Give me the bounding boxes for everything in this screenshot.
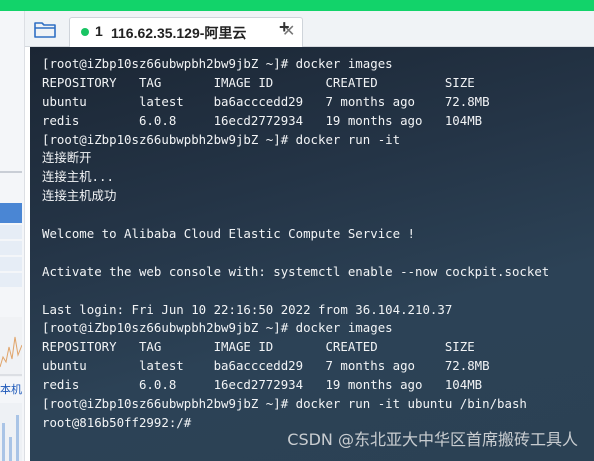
tab-index: 1	[95, 23, 103, 39]
terminal-line: ubuntu latest ba6acccedd29 7 months ago …	[42, 93, 490, 109]
tab-title: 116.62.35.129-阿里云	[111, 25, 247, 41]
terminal-line: [root@iZbp10sz66ubwpbh2bw9jbZ ~]# docker…	[42, 396, 527, 412]
terminal-line: 连接主机成功	[42, 188, 117, 204]
terminal-line: ubuntu latest ba6acccedd29 7 months ago …	[42, 358, 490, 374]
terminal-line: [root@iZbp10sz66ubwpbh2bw9jbZ ~]# docker…	[42, 56, 393, 71]
panel-chart-area-lower	[0, 403, 22, 461]
panel-chart-graph	[0, 336, 23, 376]
folder-icon[interactable]	[33, 19, 57, 39]
panel-row[interactable]	[0, 273, 22, 287]
terminal-line: redis 6.0.8 16ecd2772934 19 months ago 1…	[42, 112, 483, 128]
panel-selected-row[interactable]	[0, 203, 22, 223]
tab-bar: 1 116.62.35.129-阿里云 ✕ +	[25, 11, 594, 47]
terminal-line: [root@iZbp10sz66ubwpbh2bw9jbZ ~]# docker…	[42, 320, 393, 336]
terminal-line: Last login: Fri Jun 10 22:16:50 2022 fro…	[42, 301, 453, 317]
panel-lower-graph	[2, 415, 19, 461]
panel-row[interactable]	[0, 225, 22, 239]
terminal-line: REPOSITORY TAG IMAGE ID CREATED SIZE	[42, 339, 475, 355]
terminal-line: REPOSITORY TAG IMAGE ID CREATED SIZE	[42, 74, 475, 90]
panel-row[interactable]	[0, 241, 22, 255]
csdn-watermark: CSDN @东北亚大中华区首席搬砖工具人	[287, 430, 578, 449]
terminal-line: 连接主机...	[42, 169, 114, 185]
connection-status-dot	[81, 28, 89, 36]
terminal-line: [root@iZbp10sz66ubwpbh2bw9jbZ ~]# docker…	[42, 131, 401, 147]
top-accent-bar	[0, 0, 594, 11]
panel-divider	[0, 171, 22, 173]
left-side-panel: 本机	[0, 11, 25, 461]
panel-local-label[interactable]: 本机	[0, 381, 22, 397]
add-tab-button[interactable]: +	[279, 17, 290, 38]
terminal-line: redis 6.0.8 16ecd2772934 19 months ago 1…	[42, 377, 483, 393]
terminal-line: Welcome to Alibaba Cloud Elastic Compute…	[42, 226, 415, 242]
tab-active-session[interactable]: 1 116.62.35.129-阿里云 ✕	[69, 17, 303, 47]
terminal-window[interactable]: [root@iZbp10sz66ubwpbh2bw9jbZ ~]# docker…	[30, 47, 594, 461]
terminal-output: [root@iZbp10sz66ubwpbh2bw9jbZ ~]# docker…	[42, 55, 549, 433]
terminal-line: Activate the web console with: systemctl…	[42, 263, 550, 279]
terminal-line: 连接断开	[42, 150, 92, 166]
panel-chart-area	[0, 317, 23, 377]
panel-row[interactable]	[0, 257, 22, 271]
